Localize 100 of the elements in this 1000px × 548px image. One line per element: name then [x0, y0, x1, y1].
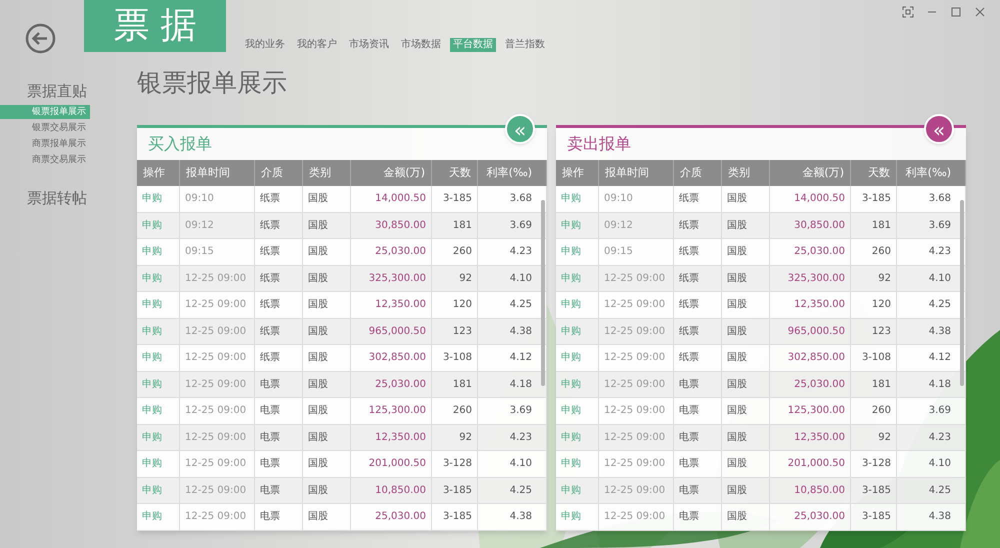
nav-tab[interactable]: 平台数据 — [450, 38, 496, 52]
table-cell: 09:10 — [599, 186, 674, 212]
table-cell: 09:12 — [180, 212, 255, 238]
table-cell: 国股 — [722, 451, 770, 476]
table-cell: 电票 — [255, 398, 303, 424]
subscribe-link[interactable]: 申购 — [137, 451, 180, 476]
subscribe-link[interactable]: 申购 — [137, 292, 180, 318]
close-icon[interactable] — [974, 6, 986, 18]
table-cell: 国股 — [303, 318, 351, 344]
subscribe-link[interactable]: 申购 — [137, 504, 180, 530]
nav-tab[interactable]: 我的业务 — [242, 38, 288, 52]
table-cell: 纸票 — [255, 212, 303, 238]
table-cell: 国股 — [303, 478, 351, 503]
subscribe-link[interactable]: 申购 — [137, 212, 180, 238]
table-cell: 国股 — [722, 398, 770, 424]
table-cell: 181 — [851, 212, 897, 238]
table-cell: 260 — [851, 239, 897, 264]
subscribe-link[interactable]: 申购 — [137, 186, 180, 212]
nav-tab[interactable]: 市场数据 — [398, 38, 444, 52]
table-cell: 12-25 09:00 — [599, 478, 674, 503]
table-cell: 纸票 — [255, 345, 303, 370]
table-cell: 4.25 — [478, 478, 547, 503]
subscribe-link[interactable]: 申购 — [137, 318, 180, 344]
scrollbar[interactable] — [960, 200, 964, 386]
table-cell: 30,850.00 — [770, 212, 851, 238]
table-cell: 国股 — [722, 372, 770, 397]
table-cell: 30,850.00 — [351, 212, 432, 238]
table-cell: 电票 — [255, 424, 303, 450]
table-cell: 电票 — [674, 451, 722, 476]
collapse-button[interactable]: « — [924, 114, 954, 144]
table-cell: 国股 — [722, 345, 770, 370]
table-cell: 12,350.00 — [770, 292, 851, 318]
nav-tab[interactable]: 我的客户 — [294, 38, 340, 52]
subscribe-link[interactable]: 申购 — [137, 345, 180, 370]
subscribe-link[interactable]: 申购 — [556, 318, 599, 344]
table-cell: 国股 — [722, 424, 770, 450]
subscribe-link[interactable]: 申购 — [556, 239, 599, 264]
table-cell: 国股 — [303, 424, 351, 450]
subscribe-link[interactable]: 申购 — [556, 504, 599, 530]
subscribe-link[interactable]: 申购 — [137, 398, 180, 424]
table-cell: 纸票 — [255, 266, 303, 291]
table-cell: 201,000.50 — [770, 451, 851, 476]
subscribe-link[interactable]: 申购 — [137, 478, 180, 503]
table-cell: 国股 — [303, 372, 351, 397]
subscribe-link[interactable]: 申购 — [556, 345, 599, 370]
table-cell: 12-25 09:00 — [599, 504, 674, 530]
table-cell: 12-25 09:00 — [180, 266, 255, 291]
table-cell: 国股 — [722, 478, 770, 503]
table-cell: 181 — [432, 372, 478, 397]
table-cell: 12,350.00 — [770, 424, 851, 450]
table-cell: 国股 — [303, 186, 351, 212]
table-cell: 25,030.00 — [770, 372, 851, 397]
table-cell: 国股 — [722, 292, 770, 318]
sidebar-section[interactable]: 票据转帖 — [27, 186, 87, 210]
table-cell: 电票 — [255, 478, 303, 503]
subscribe-link[interactable]: 申购 — [137, 424, 180, 450]
table-cell: 3-108 — [432, 345, 478, 370]
table-cell: 电票 — [255, 504, 303, 530]
table-cell: 纸票 — [255, 292, 303, 318]
subscribe-link[interactable]: 申购 — [556, 266, 599, 291]
table-cell: 12-25 09:00 — [180, 318, 255, 344]
table-cell: 4.10 — [478, 451, 547, 476]
table-cell: 3-108 — [851, 345, 897, 370]
scrollbar[interactable] — [541, 200, 545, 386]
nav-tab[interactable]: 市场资讯 — [346, 38, 392, 52]
back-icon[interactable] — [25, 22, 56, 54]
table-cell: 12,350.00 — [351, 424, 432, 450]
subscribe-link[interactable]: 申购 — [556, 478, 599, 503]
subscribe-link[interactable]: 申购 — [556, 424, 599, 450]
maximize-icon[interactable] — [950, 6, 962, 18]
table-cell: 纸票 — [674, 292, 722, 318]
subscribe-link[interactable]: 申购 — [137, 372, 180, 397]
sidebar-section[interactable]: 票据直贴 — [27, 80, 87, 102]
sidebar-item[interactable]: 商票交易展示 — [0, 153, 90, 167]
table-cell: 国股 — [722, 186, 770, 212]
sidebar-item[interactable]: 银票交易展示 — [0, 121, 90, 135]
table-cell: 123 — [432, 318, 478, 344]
subscribe-link[interactable]: 申购 — [556, 451, 599, 476]
subscribe-link[interactable]: 申购 — [137, 266, 180, 291]
subscribe-link[interactable]: 申购 — [137, 239, 180, 264]
sidebar-item[interactable]: 银票报单展示 — [0, 105, 90, 119]
sidebar-item[interactable]: 商票报单展示 — [0, 137, 90, 151]
subscribe-link[interactable]: 申购 — [556, 292, 599, 318]
subscribe-link[interactable]: 申购 — [556, 212, 599, 238]
table-cell: 25,030.00 — [351, 372, 432, 397]
table-cell: 3-128 — [851, 451, 897, 476]
fullscreen-icon[interactable] — [902, 6, 914, 18]
table-cell: 12-25 09:00 — [599, 318, 674, 344]
table-cell: 12-25 09:00 — [180, 424, 255, 450]
table-cell: 302,850.00 — [351, 345, 432, 370]
subscribe-link[interactable]: 申购 — [556, 186, 599, 212]
table-cell: 181 — [851, 372, 897, 397]
table-cell: 260 — [432, 398, 478, 424]
subscribe-link[interactable]: 申购 — [556, 372, 599, 397]
collapse-button[interactable]: « — [505, 114, 535, 144]
table-cell: 纸票 — [674, 212, 722, 238]
nav-tab[interactable]: 普兰指数 — [502, 38, 548, 52]
table-cell: 125,300.00 — [770, 398, 851, 424]
subscribe-link[interactable]: 申购 — [556, 398, 599, 424]
panel-title: 买入报单 — [148, 133, 212, 155]
